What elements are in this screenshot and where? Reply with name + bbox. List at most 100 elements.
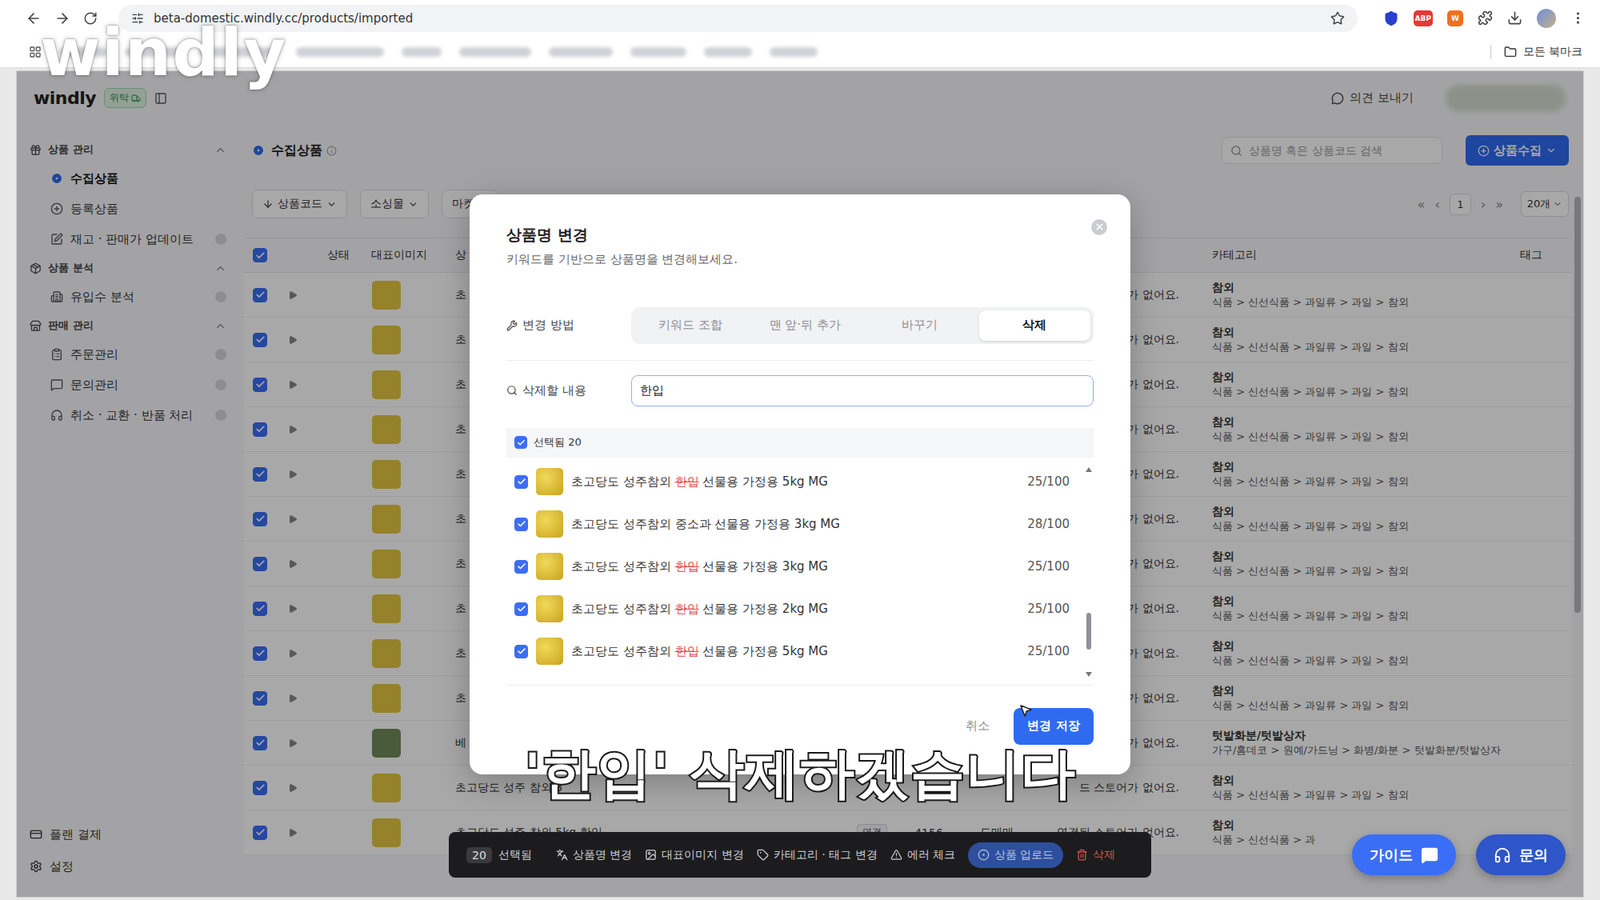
field-label: 삭제할 내용 bbox=[506, 383, 632, 399]
menu-icon[interactable] bbox=[1570, 10, 1586, 26]
checkbox[interactable] bbox=[514, 602, 528, 616]
item-name: 초고당도 성주참외 한입 선물용 가정용 5kg MG bbox=[571, 644, 828, 660]
close-icon bbox=[1094, 221, 1105, 232]
puzzle-icon[interactable] bbox=[1477, 10, 1493, 26]
folder-icon bbox=[1504, 45, 1517, 59]
field-label: 변경 방법 bbox=[506, 317, 632, 333]
scroll-down-icon[interactable] bbox=[1085, 672, 1092, 677]
bulk-action-button[interactable]: 상품 업로드 bbox=[968, 842, 1064, 868]
delete-text-input[interactable] bbox=[631, 375, 1094, 407]
all-bookmarks[interactable]: 모든 북마크 bbox=[1490, 44, 1583, 60]
wrench-icon bbox=[506, 320, 518, 332]
bulk-action-bar: 20선택됨 상품명 변경 대표이미지 변경 카테고리 · 태그 변경 에러 체크 상품 업… bbox=[448, 832, 1152, 878]
check-icon bbox=[516, 476, 527, 487]
list-scrollbar[interactable] bbox=[1084, 460, 1094, 684]
method-tab[interactable]: 바꾸기 bbox=[864, 310, 976, 341]
star-icon[interactable] bbox=[1330, 11, 1345, 26]
watermark: windly bbox=[40, 14, 288, 91]
scroll-thumb[interactable] bbox=[1086, 612, 1092, 650]
check-icon bbox=[516, 519, 527, 529]
char-count: 25/100 bbox=[1027, 601, 1070, 616]
back-icon[interactable] bbox=[25, 10, 42, 27]
screen: beta-domestic.windly.cc/products/importe… bbox=[0, 0, 1600, 900]
preview-item[interactable]: 초고당도 성주참외 한입 선물용 가정용 2kg MG 25/100 bbox=[506, 588, 1084, 631]
checkbox[interactable] bbox=[514, 644, 528, 659]
preview-item[interactable]: 초고당도 성주참외 한입 선물용 가정용 5kg MG 25/100 bbox=[506, 460, 1084, 504]
contact-button[interactable]: 문의 bbox=[1476, 834, 1566, 876]
shield-extension-icon[interactable] bbox=[1383, 10, 1400, 27]
item-thumbnail bbox=[536, 468, 564, 496]
bookmark[interactable] bbox=[630, 47, 687, 57]
bulk-action-button[interactable]: 삭제 bbox=[1076, 844, 1116, 866]
dialog-subtitle: 키워드를 기반으로 상품명을 변경해보세요. bbox=[506, 252, 1094, 268]
url: beta-domestic.windly.cc/products/importe… bbox=[153, 11, 1321, 26]
preview-item[interactable]: 초고당도 성주참외 중소과 선물용 가정용 3kg MG 28/100 bbox=[506, 503, 1084, 546]
preview-item[interactable]: 초고당도 성주참외 한입 선물용 가정용 5kg MG 25/100 bbox=[506, 630, 1084, 673]
method-row: 변경 방법키워드 조합맨 앞·뒤 추가바꾸기삭제 bbox=[506, 307, 1094, 344]
selection-count: 20선택됨 bbox=[466, 847, 532, 864]
item-thumbnail bbox=[536, 637, 564, 665]
extension-badge[interactable]: W bbox=[1447, 10, 1464, 27]
item-name: 초고당도 성주참외 한입 선물용 가정용 3kg MG bbox=[571, 559, 828, 575]
bulk-action-button[interactable]: 대표이미지 변경 bbox=[644, 844, 744, 866]
image-icon bbox=[644, 848, 657, 861]
close-button[interactable] bbox=[1091, 219, 1108, 236]
item-name: 초고당도 성주참외 한입 선물용 가정용 5kg MG bbox=[571, 474, 828, 490]
video-caption: '한입' 삭제하겠습니다 bbox=[0, 737, 1600, 811]
method-tabs: 키워드 조합맨 앞·뒤 추가바꾸기삭제 bbox=[631, 307, 1094, 344]
check-icon bbox=[516, 561, 527, 572]
item-name: 초고당도 성주참외 한입 선물용 가정용 2kg MG bbox=[571, 601, 828, 617]
input-row: 삭제할 내용 bbox=[506, 375, 1094, 407]
method-tab[interactable]: 키워드 조합 bbox=[634, 310, 747, 341]
bulk-action-button[interactable]: 에러 체크 bbox=[890, 844, 956, 866]
trash-icon bbox=[1076, 848, 1088, 861]
checkbox[interactable] bbox=[514, 517, 528, 532]
check-icon bbox=[516, 438, 526, 448]
item-thumbnail bbox=[536, 595, 564, 623]
mouse-cursor-icon bbox=[1018, 703, 1033, 718]
bulk-action-button[interactable]: 카테고리 · 태그 변경 bbox=[756, 844, 878, 866]
item-name: 초고당도 성주참외 중소과 선물용 가정용 3kg MG bbox=[571, 516, 840, 532]
item-thumbnail bbox=[536, 552, 564, 580]
bookmark[interactable] bbox=[769, 47, 818, 57]
checkbox[interactable] bbox=[514, 560, 528, 574]
extensions: ABP W bbox=[1383, 8, 1586, 28]
divider bbox=[506, 360, 1094, 361]
bookmark[interactable] bbox=[548, 47, 613, 57]
scroll-up-icon[interactable] bbox=[1085, 467, 1092, 472]
dialog-title: 상품명 변경 bbox=[506, 224, 1094, 246]
translate-icon bbox=[556, 848, 568, 861]
warning-icon bbox=[890, 848, 903, 861]
bookmark[interactable] bbox=[459, 47, 532, 57]
bulk-action-button[interactable]: 상품명 변경 bbox=[556, 844, 632, 866]
search-icon bbox=[506, 384, 518, 396]
tag-icon bbox=[756, 848, 769, 861]
char-count: 25/100 bbox=[1027, 559, 1070, 574]
extension-badge[interactable]: ABP bbox=[1413, 10, 1433, 27]
item-thumbnail bbox=[536, 510, 564, 538]
char-count: 25/100 bbox=[1027, 474, 1070, 489]
checkbox[interactable] bbox=[514, 436, 528, 449]
rename-dialog: 상품명 변경키워드를 기반으로 상품명을 변경해보세요. 변경 방법키워드 조합맨… bbox=[469, 194, 1131, 775]
download-icon[interactable] bbox=[1507, 10, 1523, 26]
cursor-icon bbox=[1018, 703, 1033, 718]
check-icon bbox=[516, 604, 527, 614]
floating-buttons: 가이드 문의 bbox=[1352, 834, 1566, 876]
preview-item[interactable]: 초고당도 성주참외 한입 선물용 가정용 3kg MG 25/100 bbox=[506, 545, 1084, 588]
bookmark[interactable] bbox=[704, 47, 752, 57]
address-bar[interactable]: beta-domestic.windly.cc/products/importe… bbox=[118, 4, 1358, 32]
method-tab[interactable]: 삭제 bbox=[979, 310, 1092, 341]
char-count: 25/100 bbox=[1027, 644, 1070, 659]
preview-list: 초고당도 성주참외 한입 선물용 가정용 5kg MG25/100초고당도 성주… bbox=[506, 457, 1094, 684]
bookmark[interactable] bbox=[296, 47, 384, 57]
apps-icon[interactable] bbox=[28, 45, 42, 59]
char-count: 28/100 bbox=[1027, 516, 1070, 532]
checkbox[interactable] bbox=[514, 475, 528, 489]
profile-avatar[interactable] bbox=[1536, 8, 1556, 28]
cancel-button[interactable]: 취소 bbox=[962, 712, 993, 740]
method-tab[interactable]: 맨 앞·뒤 추가 bbox=[749, 310, 862, 341]
bookmark[interactable] bbox=[401, 47, 442, 57]
guide-button[interactable]: 가이드 bbox=[1352, 834, 1456, 876]
headset-icon bbox=[1493, 846, 1512, 864]
upload-icon bbox=[977, 848, 990, 861]
